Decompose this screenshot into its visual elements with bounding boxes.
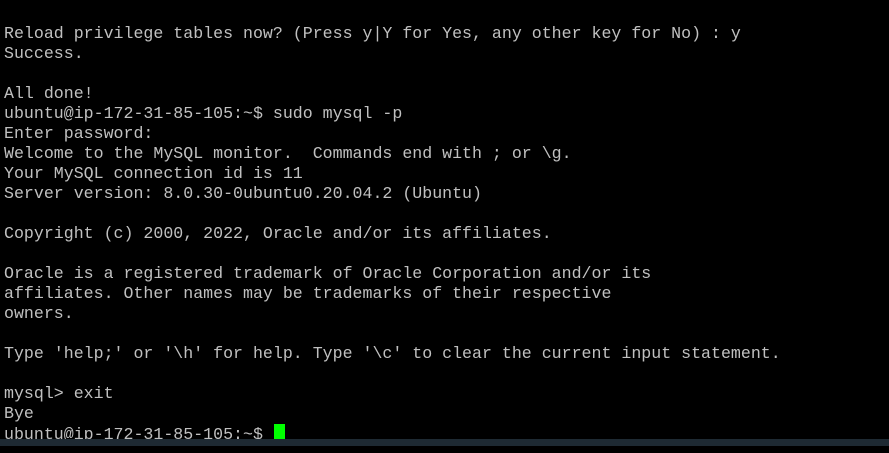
output-line: Success. — [4, 44, 84, 63]
output-line: mysql> exit — [4, 384, 114, 403]
output-line: Copyright (c) 2000, 2022, Oracle and/or … — [4, 224, 552, 243]
output-line: affiliates. Other names may be trademark… — [4, 284, 612, 303]
output-line: Reload privilege tables now? (Press y|Y … — [4, 24, 741, 43]
terminal-output: Reload privilege tables now? (Press y|Y … — [4, 24, 781, 444]
output-line: owners. — [4, 304, 74, 323]
output-line: Oracle is a registered trademark of Orac… — [4, 264, 652, 283]
output-line: Enter password: — [4, 124, 154, 143]
output-line: Type 'help;' or '\h' for help. Type '\c'… — [4, 344, 781, 363]
output-line: ubuntu@ip-172-31-85-105:~$ sudo mysql -p — [4, 104, 403, 123]
output-line: Server version: 8.0.30-0ubuntu0.20.04.2 … — [4, 184, 482, 203]
clipped-top-line: ' — [4, 0, 14, 3]
output-line: Your MySQL connection id is 11 — [4, 164, 303, 183]
output-line: Bye — [4, 404, 34, 423]
window-bottom-edge — [0, 439, 889, 446]
terminal-window[interactable]: ' Reload privilege tables now? (Press y|… — [0, 0, 889, 446]
output-line: All done! — [4, 84, 94, 103]
output-line: Welcome to the MySQL monitor. Commands e… — [4, 144, 572, 163]
